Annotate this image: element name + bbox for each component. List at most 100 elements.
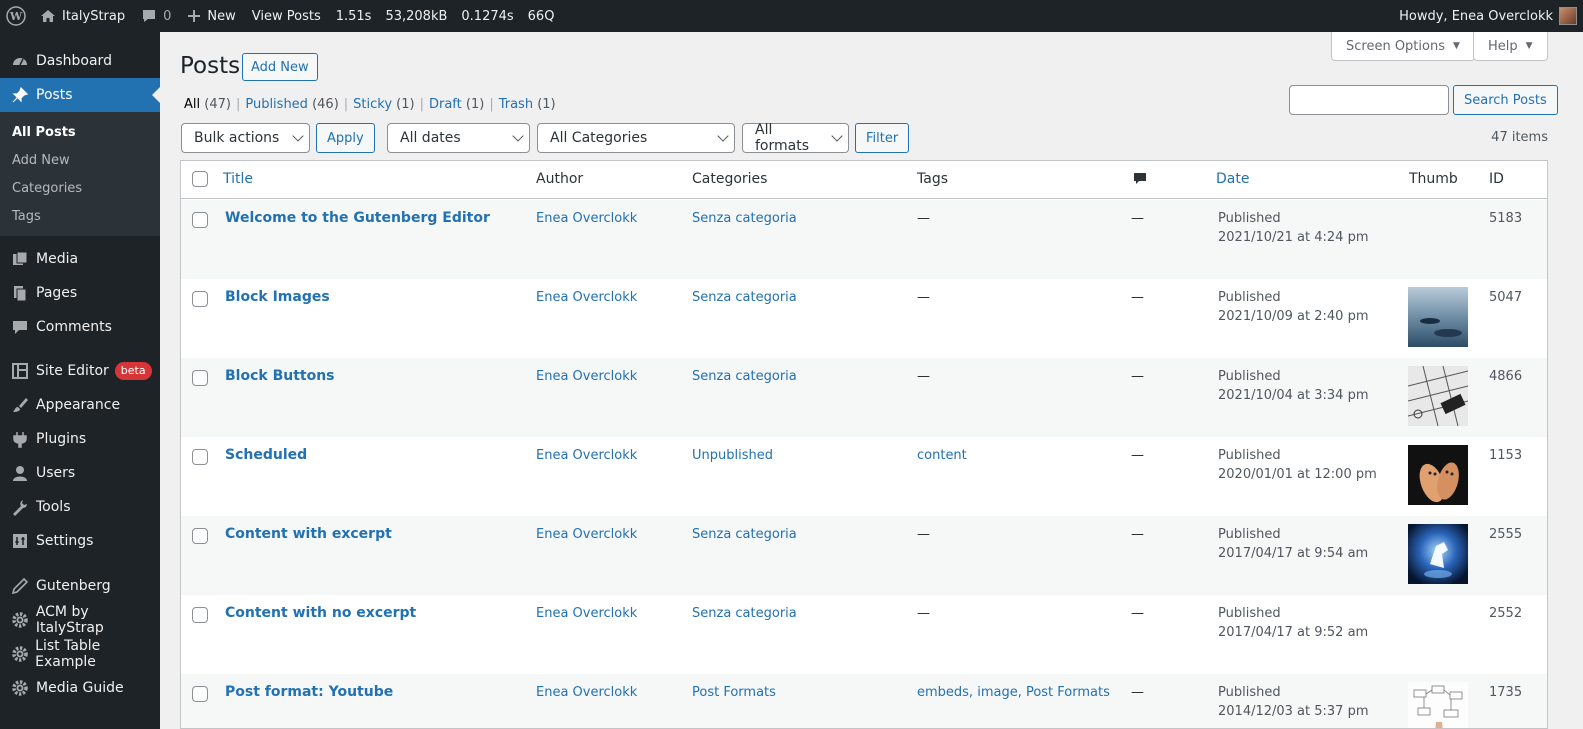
view-count: (1) bbox=[537, 97, 556, 112]
row-checkbox[interactable] bbox=[192, 686, 208, 702]
menu-item-media-guide[interactable]: Media Guide bbox=[0, 671, 160, 705]
row-checkbox[interactable] bbox=[192, 291, 208, 307]
plug-icon bbox=[10, 429, 30, 449]
new-content-link[interactable]: New bbox=[179, 0, 243, 32]
formats-filter-select[interactable]: All formats bbox=[742, 122, 849, 154]
post-author-link[interactable]: Enea Overclokk bbox=[536, 369, 637, 384]
submenu-categories[interactable]: Categories bbox=[0, 175, 160, 203]
post-category-link[interactable]: Post Formats bbox=[692, 685, 776, 700]
view-label: All bbox=[184, 97, 201, 112]
menu-item-pages[interactable]: Pages bbox=[0, 276, 160, 310]
site-name-link[interactable]: ItalyStrap bbox=[32, 0, 133, 32]
search-posts-button[interactable]: Search Posts bbox=[1453, 85, 1558, 115]
post-id: 5047 bbox=[1489, 290, 1523, 305]
view-all[interactable]: All (47) bbox=[184, 97, 231, 112]
stat-query-time[interactable]: 0.1274s bbox=[454, 0, 520, 32]
view-draft[interactable]: Draft (1) bbox=[429, 97, 484, 112]
filter-button[interactable]: Filter bbox=[855, 123, 910, 153]
post-category-link[interactable]: Senza categoria bbox=[692, 211, 797, 226]
menu-item-gutenberg[interactable]: Gutenberg bbox=[0, 569, 160, 603]
menu-item-settings[interactable]: Settings bbox=[0, 524, 160, 558]
menu-item-media[interactable]: Media bbox=[0, 242, 160, 276]
menu-item-comments[interactable]: Comments bbox=[0, 310, 160, 344]
view-trash[interactable]: Trash (1) bbox=[499, 97, 556, 112]
row-checkbox[interactable] bbox=[192, 370, 208, 386]
menu-item-tools[interactable]: Tools bbox=[0, 490, 160, 524]
post-title-link[interactable]: Block Buttons bbox=[225, 368, 335, 384]
post-comments: — bbox=[1131, 606, 1144, 621]
menu-item-plugins[interactable]: Plugins bbox=[0, 422, 160, 456]
post-author-link[interactable]: Enea Overclokk bbox=[536, 606, 637, 621]
view-posts-link[interactable]: View Posts bbox=[244, 0, 329, 32]
add-new-button[interactable]: Add New bbox=[242, 53, 318, 81]
comments-count: 0 bbox=[163, 8, 172, 24]
column-title-sort[interactable]: Title bbox=[223, 171, 253, 187]
stat-time[interactable]: 1.51s bbox=[329, 0, 379, 32]
post-author-link[interactable]: Enea Overclokk bbox=[536, 211, 637, 226]
post-status: Published bbox=[1218, 211, 1281, 226]
post-comments: — bbox=[1131, 527, 1144, 542]
post-date: 2021/10/21 at 4:24 pm bbox=[1218, 230, 1369, 245]
post-category-link[interactable]: Senza categoria bbox=[692, 369, 797, 384]
menu-item-posts[interactable]: Posts bbox=[0, 78, 160, 112]
menu-item-dashboard[interactable]: Dashboard bbox=[0, 44, 160, 78]
menu-item-users[interactable]: Users bbox=[0, 456, 160, 490]
view-published[interactable]: Published (46) bbox=[245, 97, 338, 112]
posts-table: Title Author Categories Tags Date Thumb … bbox=[180, 160, 1548, 729]
row-checkbox[interactable] bbox=[192, 212, 208, 228]
post-author-link[interactable]: Enea Overclokk bbox=[536, 527, 637, 542]
dates-filter-select[interactable]: All dates bbox=[387, 123, 530, 153]
post-author-link[interactable]: Enea Overclokk bbox=[536, 448, 637, 463]
row-checkbox[interactable] bbox=[192, 449, 208, 465]
submenu-add-new[interactable]: Add New bbox=[0, 147, 160, 175]
post-date: 2017/04/17 at 9:54 am bbox=[1218, 546, 1369, 561]
categories-filter-select[interactable]: All Categories bbox=[537, 123, 735, 153]
stat-memory[interactable]: 53,208kB bbox=[378, 0, 454, 32]
post-status: Published bbox=[1218, 290, 1281, 305]
menu-item-site-editor[interactable]: Site Editor beta bbox=[0, 354, 160, 388]
post-category-link[interactable]: Senza categoria bbox=[692, 606, 797, 621]
post-date: 2021/10/04 at 3:34 pm bbox=[1218, 388, 1369, 403]
post-title-link[interactable]: Welcome to the Gutenberg Editor bbox=[225, 210, 490, 226]
menu-label: Site Editor bbox=[36, 363, 109, 379]
menu-item-list-table-example[interactable]: List Table Example bbox=[0, 637, 160, 671]
submenu-tags[interactable]: Tags bbox=[0, 203, 160, 231]
bulk-actions-select[interactable]: Bulk actions bbox=[181, 123, 310, 153]
my-account-link[interactable]: Howdy, Enea Overclokk bbox=[1391, 0, 1583, 32]
select-all-checkbox[interactable] bbox=[192, 171, 208, 187]
wordpress-logo-icon[interactable]: W bbox=[0, 0, 32, 32]
row-checkbox[interactable] bbox=[192, 607, 208, 623]
post-status: Published bbox=[1218, 369, 1281, 384]
comments-link[interactable]: 0 bbox=[133, 0, 179, 32]
post-author-link[interactable]: Enea Overclokk bbox=[536, 685, 637, 700]
pages-icon bbox=[10, 283, 30, 303]
post-status-views: All (47) | Published (46) | Sticky (1) |… bbox=[184, 97, 556, 112]
post-title-link[interactable]: Scheduled bbox=[225, 447, 307, 463]
post-author-link[interactable]: Enea Overclokk bbox=[536, 290, 637, 305]
menu-item-acm[interactable]: ACM by ItalyStrap bbox=[0, 603, 160, 637]
post-category-link[interactable]: Unpublished bbox=[692, 448, 773, 463]
post-comments: — bbox=[1131, 685, 1144, 700]
search-input[interactable] bbox=[1289, 85, 1449, 115]
post-tags[interactable]: content bbox=[917, 448, 967, 463]
post-id: 2555 bbox=[1489, 527, 1523, 542]
menu-item-appearance[interactable]: Appearance bbox=[0, 388, 160, 422]
post-title-link[interactable]: Post format: Youtube bbox=[225, 684, 393, 700]
submenu-all-posts[interactable]: All Posts bbox=[0, 119, 160, 147]
separator: | bbox=[235, 97, 241, 112]
post-category-link[interactable]: Senza categoria bbox=[692, 290, 797, 305]
apply-button[interactable]: Apply bbox=[316, 123, 375, 153]
post-title-link[interactable]: Content with excerpt bbox=[225, 526, 392, 542]
column-date-sort[interactable]: Date bbox=[1216, 171, 1249, 187]
stat-queries[interactable]: 66Q bbox=[521, 0, 562, 32]
help-button[interactable]: Help ▼ bbox=[1473, 32, 1548, 61]
row-checkbox[interactable] bbox=[192, 528, 208, 544]
table-row: Block Images Enea Overclokk Senza categori… bbox=[181, 279, 1547, 358]
comments-column-icon[interactable] bbox=[1133, 172, 1147, 190]
post-title-link[interactable]: Content with no excerpt bbox=[225, 605, 416, 621]
post-tags[interactable]: embeds, image, Post Formats bbox=[917, 685, 1110, 700]
screen-options-button[interactable]: Screen Options ▼ bbox=[1331, 32, 1475, 61]
view-sticky[interactable]: Sticky (1) bbox=[353, 97, 414, 112]
post-title-link[interactable]: Block Images bbox=[225, 289, 330, 305]
post-category-link[interactable]: Senza categoria bbox=[692, 527, 797, 542]
